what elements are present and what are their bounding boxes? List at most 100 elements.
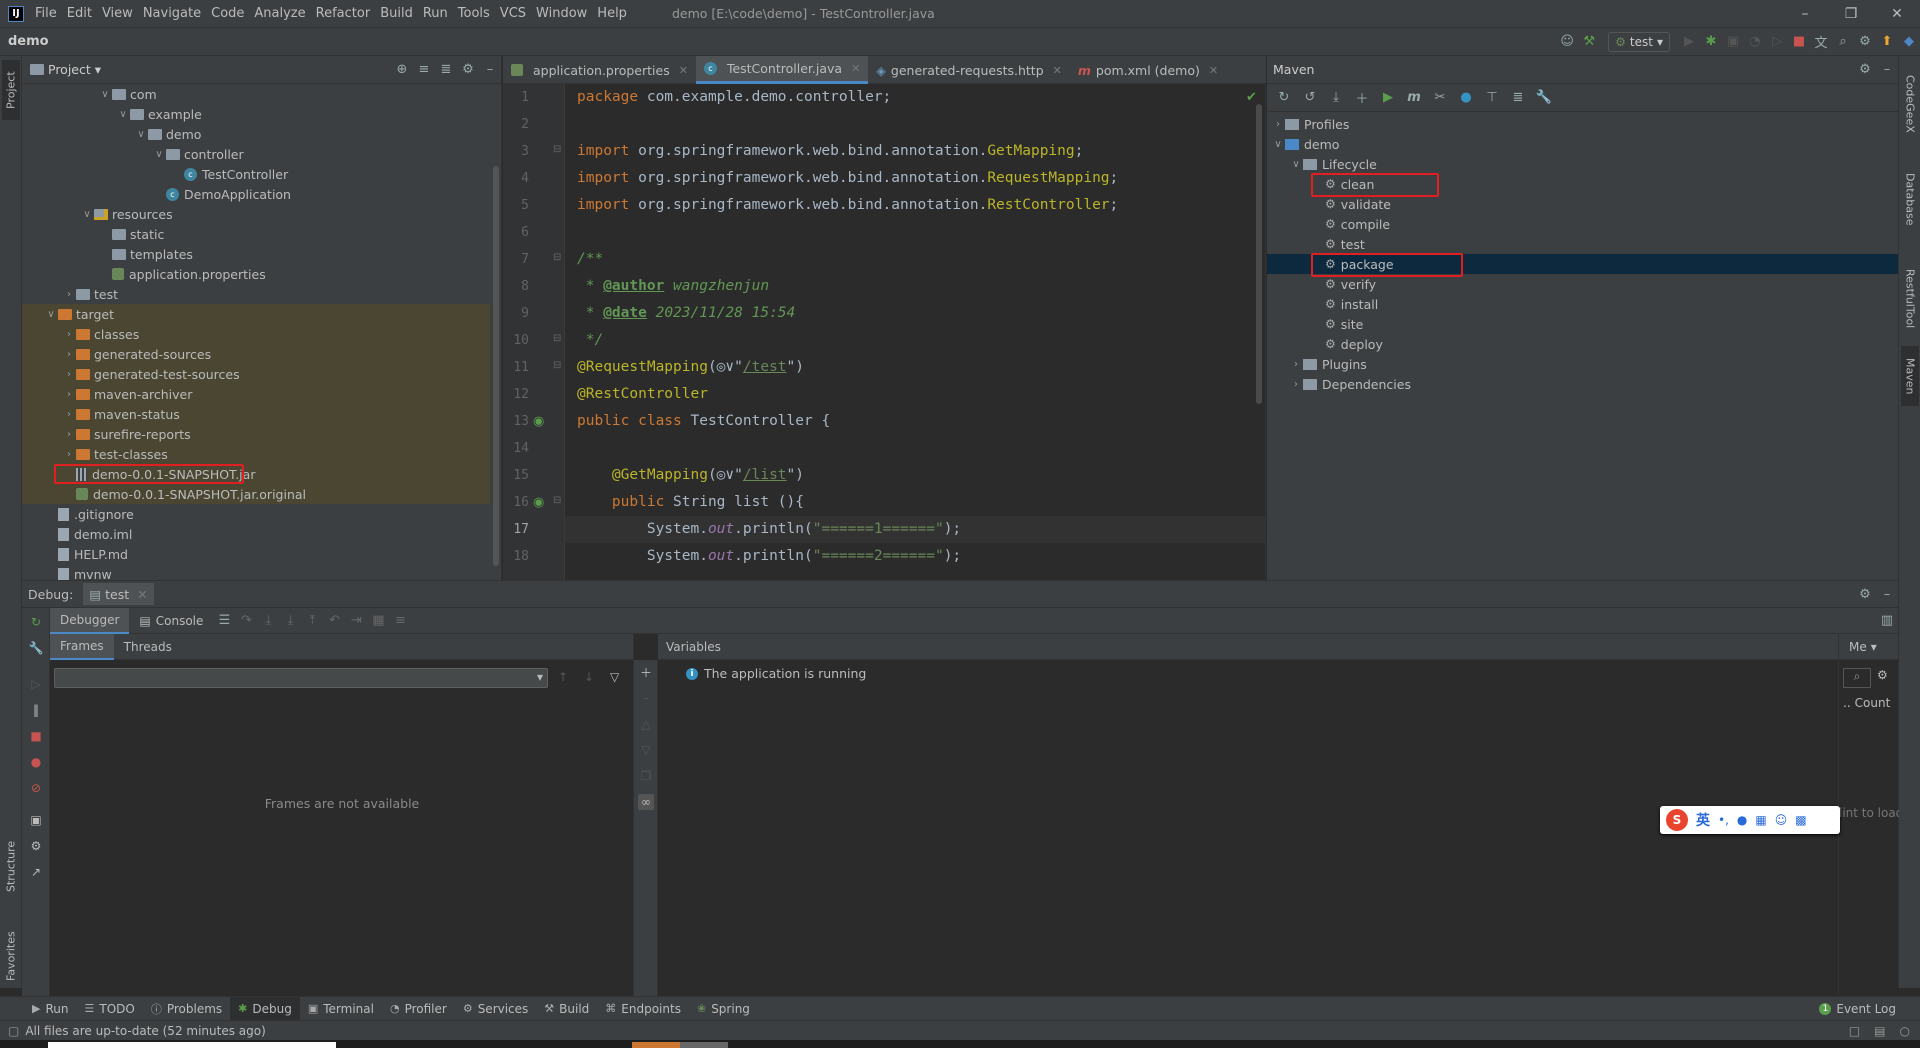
menu-item-tools[interactable]: Tools [453, 0, 495, 28]
user-icon[interactable]: ☺ [1556, 31, 1578, 53]
copy-icon[interactable]: ❐ [638, 768, 654, 784]
maven-tree-item[interactable]: ⚙ validate [1267, 194, 1898, 214]
load-classes-hint[interactable]: lint to load [1839, 806, 1899, 820]
keyboard-icon[interactable]: ▦ [1755, 813, 1766, 827]
run-maven-icon[interactable]: ▶ [1377, 87, 1399, 109]
tree-item[interactable]: static [22, 224, 490, 244]
chevron-down-icon[interactable]: ∨ [1271, 139, 1285, 150]
tool-tab-restfultool[interactable]: RestfulTool [1901, 254, 1919, 344]
maven-tree-item[interactable]: ⚙ deploy [1267, 334, 1898, 354]
debug-bug-icon[interactable]: ✱ [1700, 31, 1722, 53]
maven-tree-item[interactable]: ⚙ compile [1267, 214, 1898, 234]
step-out-icon[interactable]: ⤒ [301, 610, 323, 632]
download-icon[interactable]: ⤓ [1325, 87, 1347, 109]
tool-button-run[interactable]: ▶ Run [24, 997, 76, 1021]
update-icon[interactable]: ⬆ [1876, 31, 1898, 53]
menu-item-navigate[interactable]: Navigate [138, 0, 206, 28]
chevron-right-icon[interactable]: › [62, 449, 76, 460]
hide-icon[interactable]: – [479, 59, 501, 81]
close-icon[interactable]: ✕ [1874, 0, 1920, 28]
tool-tab-codegeex[interactable]: CodeGeeX [1901, 64, 1919, 144]
collapse-all-icon[interactable]: ≣ [435, 59, 457, 81]
chevron-down-icon[interactable]: ∨ [116, 109, 130, 120]
gear-icon[interactable]: ⚙ [1854, 59, 1876, 81]
maven-tree-item[interactable]: ⚙ package [1267, 254, 1898, 274]
maven-tree-item[interactable]: ∨ demo [1267, 134, 1898, 154]
tree-item[interactable]: templates [22, 244, 490, 264]
chevron-down-icon[interactable]: ∨ [80, 209, 94, 220]
spring-bean-icon[interactable]: ◉ [533, 414, 544, 429]
count-header[interactable]: Count [1855, 696, 1891, 710]
infinity-icon[interactable]: ∞ [638, 794, 654, 810]
tree-item[interactable]: › generated-test-sources [22, 364, 490, 384]
chevron-right-icon[interactable]: › [1271, 119, 1285, 130]
tree-item[interactable]: demo-0.0.1-SNAPSHOT.jar.original [22, 484, 490, 504]
chevron-right-icon[interactable]: › [62, 389, 76, 400]
remove-watch-icon[interactable]: – [638, 690, 654, 706]
chevron-right-icon[interactable]: › [62, 349, 76, 360]
menu-item-refactor[interactable]: Refactor [311, 0, 376, 28]
move-up-icon[interactable]: △ [638, 716, 654, 732]
step-over-icon[interactable]: ↷ [235, 610, 257, 632]
maven-tree-item[interactable]: › Profiles [1267, 114, 1898, 134]
maven-tree-item[interactable]: ⚙ clean [1267, 174, 1898, 194]
chevron-right-icon[interactable]: › [62, 429, 76, 440]
hide-icon[interactable]: – [1876, 583, 1898, 605]
tree-item[interactable]: mvnw [22, 564, 490, 580]
chevron-right-icon[interactable]: › [1289, 379, 1303, 390]
menu-item-analyze[interactable]: Analyze [249, 0, 310, 28]
microphone-icon[interactable]: ● [1737, 813, 1747, 827]
chevron-down-icon[interactable]: ∨ [44, 309, 58, 320]
filter-icon[interactable]: ▽ [610, 670, 619, 684]
taskbar-item[interactable] [48, 1042, 336, 1048]
tool-button-endpoints[interactable]: ⌘ Endpoints [597, 997, 689, 1021]
build-hammer-icon[interactable]: ⚒ [1578, 31, 1600, 53]
drop-frame-icon[interactable]: ↶ [323, 610, 345, 632]
run-icon[interactable]: ▶ [1678, 31, 1700, 53]
event-log-button[interactable]: 1 Event Log [1811, 997, 1904, 1021]
tree-item[interactable]: › maven-status [22, 404, 490, 424]
debug-session-tab[interactable]: ▤ test ✕ [83, 583, 154, 605]
tree-item[interactable]: .gitignore [22, 504, 490, 524]
tree-item[interactable]: ∨ controller [22, 144, 490, 164]
fold-icon[interactable]: ⊟ [553, 360, 561, 371]
tool-button-profiler[interactable]: ◔ Profiler [382, 997, 455, 1021]
chevron-right-icon[interactable]: › [62, 329, 76, 340]
close-tab-icon[interactable]: ✕ [1209, 64, 1218, 77]
chevron-right-icon[interactable]: › [62, 409, 76, 420]
punctuation-icon[interactable]: •, [1718, 813, 1729, 827]
gear-icon[interactable]: ⚙ [457, 59, 479, 81]
chevron-right-icon[interactable]: › [62, 289, 76, 300]
tool-tab-favorites[interactable]: Favorites [2, 916, 20, 996]
mute-breakpoints-icon[interactable]: ⊘ [28, 780, 44, 796]
pause-icon[interactable]: ‖ [28, 702, 44, 718]
pin-icon[interactable]: ↗ [28, 864, 44, 880]
tool-button-spring[interactable]: ❀ Spring [689, 997, 758, 1021]
maven-tree-item[interactable]: ⚙ verify [1267, 274, 1898, 294]
camera-icon[interactable]: ▣ [28, 812, 44, 828]
memory-settings-icon[interactable]: ⚙ [1877, 668, 1888, 682]
move-down-icon[interactable]: ▽ [638, 742, 654, 758]
run-config-select[interactable]: ⚙ test ▾ [1608, 31, 1670, 52]
fold-icon[interactable]: ⊟ [553, 333, 561, 344]
chevron-right-icon[interactable]: › [62, 369, 76, 380]
expand-all-icon[interactable]: ≡ [413, 59, 435, 81]
resume-icon[interactable]: ▷ [1766, 31, 1788, 53]
chevron-down-icon[interactable]: ∨ [1289, 159, 1303, 170]
fold-icon[interactable]: ⊟ [553, 144, 561, 155]
code-editor[interactable]: 1 2 3 4 5 6 7 8 9 10 11 12 13 14 15 16 17 18 ⊟ ⊟ ⊟ ⊟ ⊟ ◉ ◉ packa… [503, 84, 1266, 580]
status-window-icon[interactable]: ▢ [8, 1024, 19, 1038]
taskbar-item[interactable] [632, 1042, 680, 1048]
fold-icon[interactable]: ⊟ [553, 252, 561, 263]
tree-item[interactable]: ∨ example [22, 104, 490, 124]
tree-item[interactable]: ∨ com [22, 84, 490, 104]
memory-search-icon[interactable]: ⌕ [1843, 668, 1871, 688]
tree-item[interactable]: ∨ target [22, 304, 490, 324]
toggle-offline-icon[interactable]: ✂ [1429, 87, 1451, 109]
translate-icon[interactable]: 文 [1810, 31, 1832, 53]
menu-lines-icon[interactable]: ☰ [213, 610, 235, 632]
menu-item-code[interactable]: Code [206, 0, 249, 28]
fold-icon[interactable]: ⊟ [553, 495, 561, 506]
minimize-icon[interactable]: – [1782, 0, 1828, 28]
add-watch-icon[interactable]: ＋ [638, 664, 654, 680]
